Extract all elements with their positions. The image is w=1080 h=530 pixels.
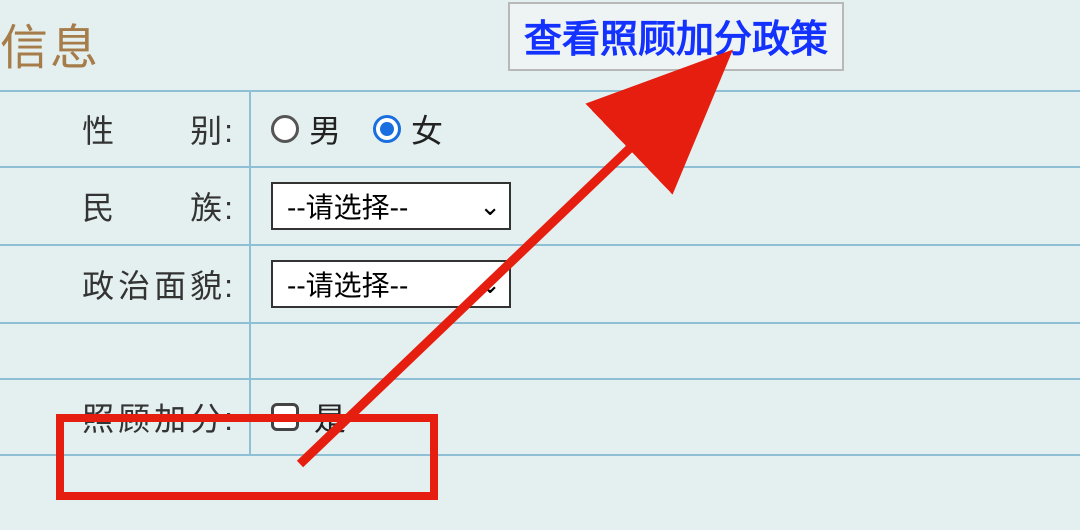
chevron-down-icon: ⌄	[479, 269, 501, 300]
bonus-checkbox-label: 是	[314, 401, 346, 437]
radio-female[interactable]	[373, 115, 401, 143]
political-select-value: --请选择--	[287, 264, 408, 304]
ethnicity-select[interactable]: --请选择-- ⌄	[271, 182, 511, 230]
label-bonus: 照顾加分:	[0, 379, 250, 455]
label-political: 政治面貌:	[0, 245, 250, 323]
label-ethnicity: 民族:	[0, 167, 250, 245]
radio-male[interactable]	[271, 115, 299, 143]
radio-female-label: 女	[411, 106, 443, 152]
row-bonus: 照顾加分: 是	[0, 379, 1080, 455]
bonus-checkbox[interactable]	[271, 403, 299, 431]
political-select[interactable]: --请选择-- ⌄	[271, 260, 511, 308]
chevron-down-icon: ⌄	[479, 191, 501, 222]
row-spacer	[0, 323, 1080, 379]
form-table: 性别: 男 女 民族: --请选择-- ⌄ 政治面貌: --请选择	[0, 90, 1080, 456]
row-gender: 性别: 男 女	[0, 91, 1080, 167]
view-bonus-policy-button[interactable]: 查看照顾加分政策	[508, 2, 844, 71]
ethnicity-select-value: --请选择--	[287, 186, 408, 226]
gender-radio-group: 男 女	[271, 106, 1060, 152]
radio-male-label: 男	[309, 106, 341, 152]
label-gender: 性别:	[0, 91, 250, 167]
row-ethnicity: 民族: --请选择-- ⌄	[0, 167, 1080, 245]
row-political: 政治面貌: --请选择-- ⌄	[0, 245, 1080, 323]
